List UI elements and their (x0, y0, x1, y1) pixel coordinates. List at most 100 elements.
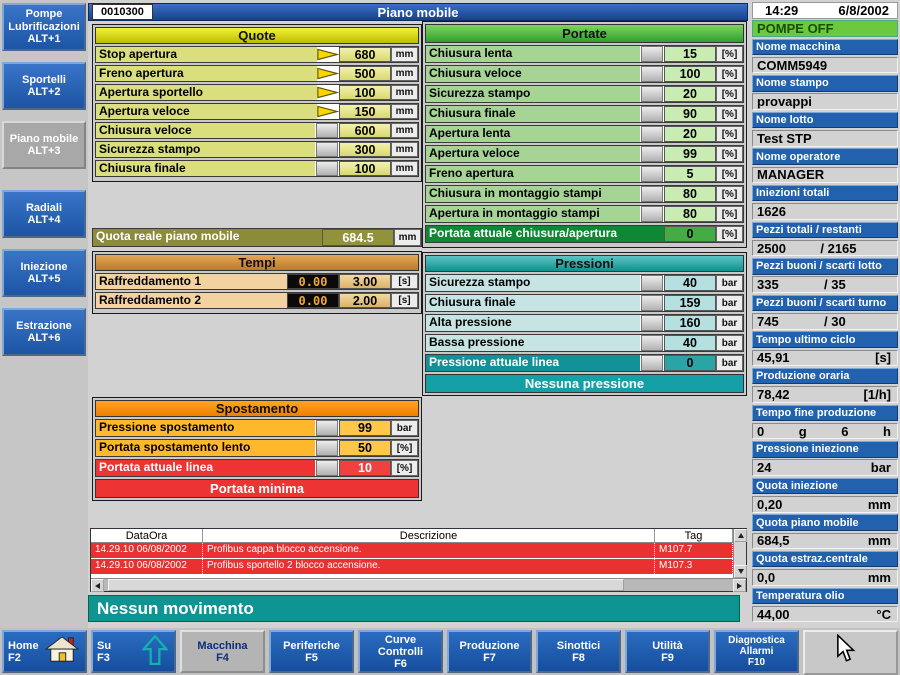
param-value-field[interactable]: 0 (664, 355, 716, 371)
field-value-segment: 0,20 (757, 497, 782, 512)
section-spostamento: Spostamento Pressione spostamento99barPo… (92, 397, 422, 501)
field-value-tempo-fine-produzione: 0g6h (752, 423, 898, 440)
field-value-segment: 24 (757, 460, 771, 475)
param-value-field[interactable]: 90 (664, 106, 716, 122)
scroll-down-icon[interactable] (734, 565, 747, 578)
alarm-row[interactable]: 14.29.10 06/08/2002Profibus cappa blocco… (91, 543, 733, 558)
param-value-field[interactable]: 50 (339, 440, 391, 456)
quote-row-stop-apertura: Stop apertura680mm (95, 46, 419, 63)
field-value-segment: / 30 (824, 314, 846, 329)
field-value-segment: mm (868, 533, 891, 548)
param-label: Raffreddamento 1 (96, 274, 287, 289)
param-value-field[interactable]: 600 (339, 123, 391, 138)
nav-produzione[interactable]: ProduzioneF7 (447, 630, 532, 673)
param-value-field[interactable]: 100 (339, 85, 391, 100)
param-value-field[interactable]: 150 (339, 104, 391, 119)
param-unit: bar (716, 355, 743, 371)
param-value-field[interactable]: 99 (664, 146, 716, 162)
param-value-field[interactable]: 500 (339, 66, 391, 81)
field-label-produzione-oraria: Produzione oraria (752, 368, 898, 385)
nav-periferiche[interactable]: PerifericheF5 (269, 630, 354, 673)
scroll-right-icon[interactable] (733, 579, 746, 592)
quota-reale-row: Quota reale piano mobile 684.5 mm (92, 228, 422, 247)
scroll-left-icon[interactable] (91, 579, 104, 592)
param-label: Chiusura finale (96, 161, 315, 176)
nav-label: Diagnostica (728, 635, 785, 646)
section-portate: Portate Chiusura lenta15[%]Chiusura velo… (422, 21, 747, 248)
alarm-list: DataOraDescrizioneTag 14.29.10 06/08/200… (91, 529, 733, 578)
clock-time: 14:29 (765, 3, 798, 18)
sidebar-item-estrazione[interactable]: EstrazioneALT+6 (2, 308, 86, 356)
param-value-field[interactable]: 100 (339, 161, 391, 176)
nav-label: Allarmi (740, 646, 774, 657)
param-value-field[interactable]: 300 (339, 142, 391, 157)
spinner-box (641, 46, 663, 62)
param-value-field[interactable]: 20 (664, 86, 716, 102)
field-value-iniezioni-totali: 1626 (752, 203, 898, 220)
param-value-field[interactable]: 160 (664, 315, 716, 331)
param-value-field[interactable]: 99 (339, 420, 391, 436)
nav-home[interactable]: HomeF2 (2, 630, 87, 673)
param-label: Sicurezza stampo (426, 275, 640, 291)
param-label: Sicurezza stampo (426, 86, 640, 102)
sidebar-item-sportelli[interactable]: SportelliALT+2 (2, 62, 86, 110)
param-value-field[interactable]: 40 (664, 335, 716, 351)
nav-label: Sinottici (557, 640, 600, 652)
nav-diagnostica-allarmi[interactable]: DiagnosticaAllarmiF10 (714, 630, 799, 673)
field-value-segment: 6 (841, 424, 848, 439)
param-value-field[interactable]: 680 (339, 47, 391, 62)
alarm-vertical-scrollbar[interactable] (733, 529, 746, 578)
param-value-field[interactable]: 0 (664, 226, 716, 242)
param-value-field[interactable]: 40 (664, 275, 716, 291)
param-value-field[interactable]: 3.00 (339, 274, 391, 289)
sidebar-item-radiali[interactable]: RadialiALT+4 (2, 190, 86, 238)
marker-arrow-icon (317, 66, 339, 81)
section-tempi-header: Tempi (95, 254, 419, 271)
field-label-quota-iniezione: Quota iniezione (752, 478, 898, 495)
sidebar-item-pompe-lubrificazioni[interactable]: PompeLubrificazioniALT+1 (2, 3, 86, 51)
param-value-field[interactable]: 5 (664, 166, 716, 182)
param-value-field[interactable]: 2.00 (339, 293, 391, 308)
nav-curve-controlli[interactable]: CurveControlliF6 (358, 630, 443, 673)
field-value-segment: 45,91 (757, 350, 790, 365)
param-value-field[interactable]: 159 (664, 295, 716, 311)
param-value-field[interactable]: 100 (664, 66, 716, 82)
param-unit: [%] (716, 146, 743, 162)
nav-sinottici[interactable]: SinotticiF8 (536, 630, 621, 673)
param-value-field[interactable]: 80 (664, 186, 716, 202)
param-value-field[interactable]: 10 (339, 460, 391, 476)
spinner-box (641, 86, 663, 102)
param-unit: [%] (716, 186, 743, 202)
sidebar-item-piano-mobile[interactable]: Piano mobileALT+3 (2, 121, 86, 169)
nav-utilit[interactable]: UtilitàF9 (625, 630, 710, 673)
sidebar-item-key: ALT+3 (27, 145, 60, 158)
spinner-box (316, 440, 338, 456)
field-value-segment: 0 (757, 424, 764, 439)
section-spostamento-header: Spostamento (95, 400, 419, 417)
alarm-horizontal-scrollbar[interactable] (91, 578, 746, 591)
marker-arrow-icon (317, 85, 339, 100)
alarm-col-header: Tag (655, 529, 733, 542)
nav-label: Macchina (197, 640, 247, 652)
sidebar-item-iniezione[interactable]: IniezioneALT+5 (2, 249, 86, 297)
field-value-segment: bar (871, 460, 891, 475)
quote-row-chiusura-veloce: Chiusura veloce600mm (95, 122, 419, 139)
alarm-row[interactable]: 14.29.10 06/08/2002Profibus sportello 2 … (91, 559, 733, 574)
sidebar-item-key: ALT+4 (27, 214, 60, 227)
portate-row-apertura-in-montaggio-stampi: Apertura in montaggio stampi80[%] (425, 205, 744, 223)
param-value-field[interactable]: 15 (664, 46, 716, 62)
field-value-segment: °C (876, 607, 891, 622)
param-value-field[interactable]: 80 (664, 206, 716, 222)
spinner-box (641, 355, 663, 371)
home-icon (45, 636, 79, 667)
scroll-up-icon[interactable] (734, 529, 747, 542)
param-value-field[interactable]: 20 (664, 126, 716, 142)
pressioni-row-sicurezza-stampo: Sicurezza stampo40bar (425, 274, 744, 292)
field-value-quota-piano-mobile: 684,5mm (752, 533, 898, 550)
scrollbar-thumb[interactable] (108, 579, 624, 591)
param-label: Portata attuale linea (96, 460, 315, 476)
field-value-pezzi-buoni-scarti-lotto: 335/ 35 (752, 276, 898, 293)
nav-su[interactable]: SuF3 (91, 630, 176, 673)
sidebar-item-label: Estrazione (16, 320, 72, 333)
nav-macchina[interactable]: MacchinaF4 (180, 630, 265, 673)
